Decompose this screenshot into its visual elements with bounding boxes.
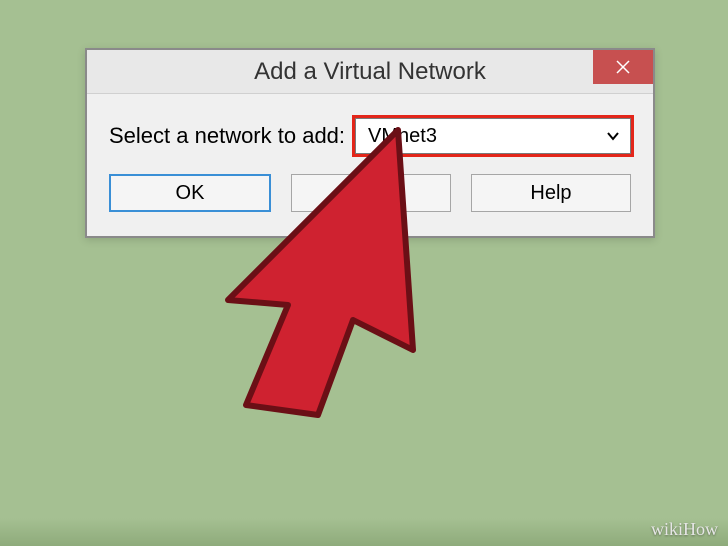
button-row: OK Cancel Help [109,174,631,226]
ok-button[interactable]: OK [109,174,271,212]
chevron-down-icon [606,131,620,141]
dialog-title: Add a Virtual Network [254,58,486,86]
bottom-gradient [0,518,728,546]
select-network-label: Select a network to add: [109,123,345,149]
cancel-button-label: Cancel [340,182,402,205]
help-button[interactable]: Help [471,174,631,212]
close-icon [616,60,630,74]
watermark: wikiHow [651,519,718,540]
ok-button-label: OK [176,182,205,205]
cancel-button[interactable]: Cancel [291,174,451,212]
titlebar[interactable]: Add a Virtual Network [87,50,653,94]
network-dropdown[interactable]: VMnet3 [355,118,631,154]
dialog-body: Select a network to add: VMnet3 OK Cance… [87,94,653,236]
dropdown-selected-value: VMnet3 [368,125,437,148]
close-button[interactable] [593,50,653,84]
select-row: Select a network to add: VMnet3 [109,118,631,154]
help-button-label: Help [530,182,571,205]
add-virtual-network-dialog: Add a Virtual Network Select a network t… [85,48,655,238]
